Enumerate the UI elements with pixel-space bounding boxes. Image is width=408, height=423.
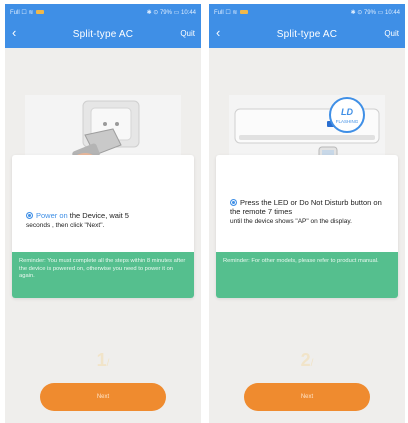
status-right-text: ✱ ⊙ 79% ▭ 10:44 <box>146 9 196 16</box>
nav-bar: ‹ Split-type AC Quit <box>5 20 201 48</box>
step-number: 2 <box>300 350 311 370</box>
reminder-banner: Reminder: For other models, please refer… <box>216 252 398 298</box>
step-instruction: Press the LED or Do Not Disturb button o… <box>230 198 390 226</box>
page-title: Split-type AC <box>276 28 338 40</box>
status-bar: Full ☐ ≋ ✱ ⊙ 79% ▭ 10:44 <box>209 4 405 20</box>
instruction-card: Power on the Device, wait 5 seconds , th… <box>12 155 194 298</box>
step-suffix: / <box>310 358 314 369</box>
step-sub-text: seconds , then click "Next". <box>26 222 105 229</box>
next-button[interactable]: Next <box>244 383 370 411</box>
step-sub-text: until the device shows "AP" on the displ… <box>230 218 352 225</box>
step-highlight-text: Power on <box>36 211 68 220</box>
step-indicator: 2/ <box>209 350 405 371</box>
step-main-text: Press the LED or Do Not Disturb button o… <box>230 198 382 216</box>
step-instruction: Power on the Device, wait 5 seconds , th… <box>26 211 186 230</box>
status-bar: Full ☐ ≋ ✱ ⊙ 79% ▭ 10:44 <box>5 4 201 20</box>
sim-badge-icon <box>240 10 249 14</box>
radio-selected-icon <box>26 212 33 219</box>
sim-badge-icon <box>36 10 45 14</box>
phone-screen-step-1: Full ☐ ≋ ✱ ⊙ 79% ▭ 10:44 ‹ Split-type AC… <box>5 4 201 423</box>
chevron-left-icon[interactable]: ‹ <box>216 26 220 40</box>
radio-selected-icon <box>230 199 237 206</box>
status-left-text: Full ☐ ≋ <box>10 9 34 16</box>
instruction-card: Press the LED or Do Not Disturb button o… <box>216 155 398 298</box>
nav-bar: ‹ Split-type AC Quit <box>209 20 405 48</box>
step-suffix: / <box>106 358 110 369</box>
quit-button[interactable]: Quit <box>180 29 195 38</box>
chevron-left-icon[interactable]: ‹ <box>12 26 16 40</box>
status-left-text: Full ☐ ≋ <box>214 9 238 16</box>
step-number: 1 <box>96 350 107 370</box>
step-main-text: the Device, wait 5 <box>67 211 129 220</box>
next-button[interactable]: Next <box>40 383 166 411</box>
quit-button[interactable]: Quit <box>384 29 399 38</box>
badge-bottom-text: FLASHING <box>336 119 359 124</box>
page-title: Split-type AC <box>72 28 134 40</box>
status-right-text: ✱ ⊙ 79% ▭ 10:44 <box>350 9 400 16</box>
reminder-banner: Reminder: You must complete all the step… <box>12 252 194 298</box>
phone-screen-step-2: Full ☐ ≋ ✱ ⊙ 79% ▭ 10:44 ‹ Split-type AC… <box>209 4 405 423</box>
badge-top-text: LD <box>341 107 353 117</box>
step-indicator: 1/ <box>5 350 201 371</box>
